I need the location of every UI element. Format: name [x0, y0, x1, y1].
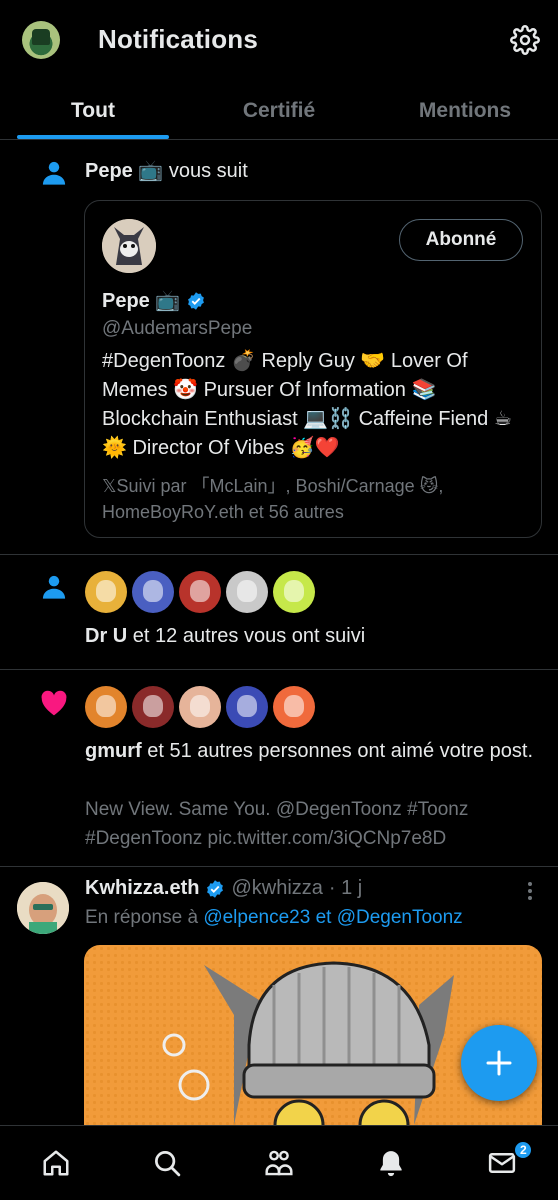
- nav-messages[interactable]: 2: [446, 1126, 558, 1200]
- heart-icon: [41, 690, 67, 716]
- active-tab-indicator: [17, 135, 169, 139]
- actor-name[interactable]: gmurf: [85, 740, 142, 762]
- avatar[interactable]: [273, 571, 315, 613]
- notification-tabs: Tout Certifié Mentions: [0, 82, 558, 140]
- avatar[interactable]: [132, 571, 174, 613]
- search-icon: [155, 1151, 181, 1177]
- verified-badge-icon: [188, 291, 205, 310]
- notification-text: gmurf et 51 autres personnes ont aimé vo…: [85, 737, 535, 765]
- nav-notifications[interactable]: [335, 1126, 447, 1200]
- gear-icon: [510, 25, 540, 55]
- verified-badge-icon: [207, 879, 224, 898]
- like-notification[interactable]: gmurf et 51 autres personnes ont aimé vo…: [0, 670, 558, 867]
- reply-context: En réponse à @elpence23 et @DegenToonz: [85, 907, 463, 929]
- ape-avatar-icon: [17, 882, 69, 934]
- communities-icon: [265, 1150, 293, 1176]
- home-icon: [43, 1150, 69, 1176]
- bell-icon: [379, 1151, 402, 1177]
- tweet-author-avatar[interactable]: [17, 882, 69, 934]
- tab-tout[interactable]: Tout: [0, 82, 186, 139]
- card-bio: #DegenToonz 💣 Reply Guy 🤝 Lover Of Memes…: [102, 350, 512, 459]
- wolf-avatar-icon: [102, 219, 156, 273]
- avatar[interactable]: [85, 571, 127, 613]
- header: Notifications: [0, 0, 558, 82]
- action-text: et 12 autres vous ont suivi: [127, 625, 366, 647]
- reply-targets[interactable]: @elpence23 et @DegenToonz: [203, 907, 462, 928]
- avatar[interactable]: [179, 686, 221, 728]
- settings-button[interactable]: [508, 23, 542, 57]
- card-display-name[interactable]: Pepe 📺: [102, 288, 206, 313]
- author-name[interactable]: Kwhizza.eth: [85, 877, 199, 900]
- notification-text: Dr U et 12 autres vous ont suivi: [85, 622, 365, 650]
- tweet-time: · 1 j: [328, 877, 363, 899]
- user-avatar[interactable]: [102, 219, 156, 273]
- profile-avatar[interactable]: [22, 21, 60, 59]
- person-icon: [42, 575, 66, 599]
- person-icon: [42, 161, 66, 185]
- follower-avatars: [85, 571, 315, 613]
- avatar[interactable]: [273, 686, 315, 728]
- card-handle: @AudemarsPepe: [102, 318, 253, 339]
- actor-name[interactable]: Pepe 📺: [85, 160, 163, 182]
- actor-name[interactable]: Dr U: [85, 625, 127, 647]
- reply-prefix: En réponse à: [85, 907, 204, 928]
- bottom-navigation: 2: [0, 1125, 558, 1200]
- tab-label: Certifié: [242, 98, 316, 122]
- nav-communities[interactable]: [223, 1126, 335, 1200]
- plus-icon: [486, 1050, 512, 1076]
- notification-text: Pepe 📺 vous suit: [85, 157, 248, 185]
- tab-label: Mentions: [418, 98, 512, 122]
- avatar[interactable]: [179, 571, 221, 613]
- avatar[interactable]: [226, 571, 268, 613]
- user-card[interactable]: Abonné Pepe 📺 @AudemarsPepe #DegenToonz …: [84, 200, 542, 538]
- avatar[interactable]: [85, 686, 127, 728]
- post-preview[interactable]: New View. Same You. @DegenToonz #Toonz #…: [85, 795, 525, 853]
- action-text: vous suit: [163, 160, 248, 182]
- tab-mentions[interactable]: Mentions: [372, 82, 558, 139]
- display-name: Pepe 📺: [102, 290, 181, 312]
- tab-label: Tout: [71, 98, 115, 122]
- more-vertical-icon: [528, 882, 532, 900]
- messages-badge: 2: [513, 1140, 534, 1160]
- liker-avatars: [85, 686, 315, 728]
- more-options-button[interactable]: [520, 880, 540, 907]
- followed-by-text: 𝕏Suivi par 「McLain」, Boshi/Carnage 😼, Ho…: [102, 476, 444, 522]
- compose-button[interactable]: [461, 1025, 537, 1101]
- page-title: Notifications: [98, 24, 259, 54]
- action-text: et 51 autres personnes ont aimé votre po…: [141, 740, 534, 762]
- avatar[interactable]: [226, 686, 268, 728]
- tweet-header: Kwhizza.eth @kwhizza · 1 j: [85, 877, 362, 900]
- group-follow-notification[interactable]: Dr U et 12 autres vous ont suivi: [0, 555, 558, 670]
- author-handle[interactable]: @kwhizza: [231, 877, 322, 900]
- avatar[interactable]: [132, 686, 174, 728]
- tab-certifie[interactable]: Certifié: [186, 82, 372, 139]
- nav-search[interactable]: [112, 1126, 224, 1200]
- nav-home[interactable]: [0, 1126, 112, 1200]
- following-button[interactable]: Abonné: [399, 219, 523, 261]
